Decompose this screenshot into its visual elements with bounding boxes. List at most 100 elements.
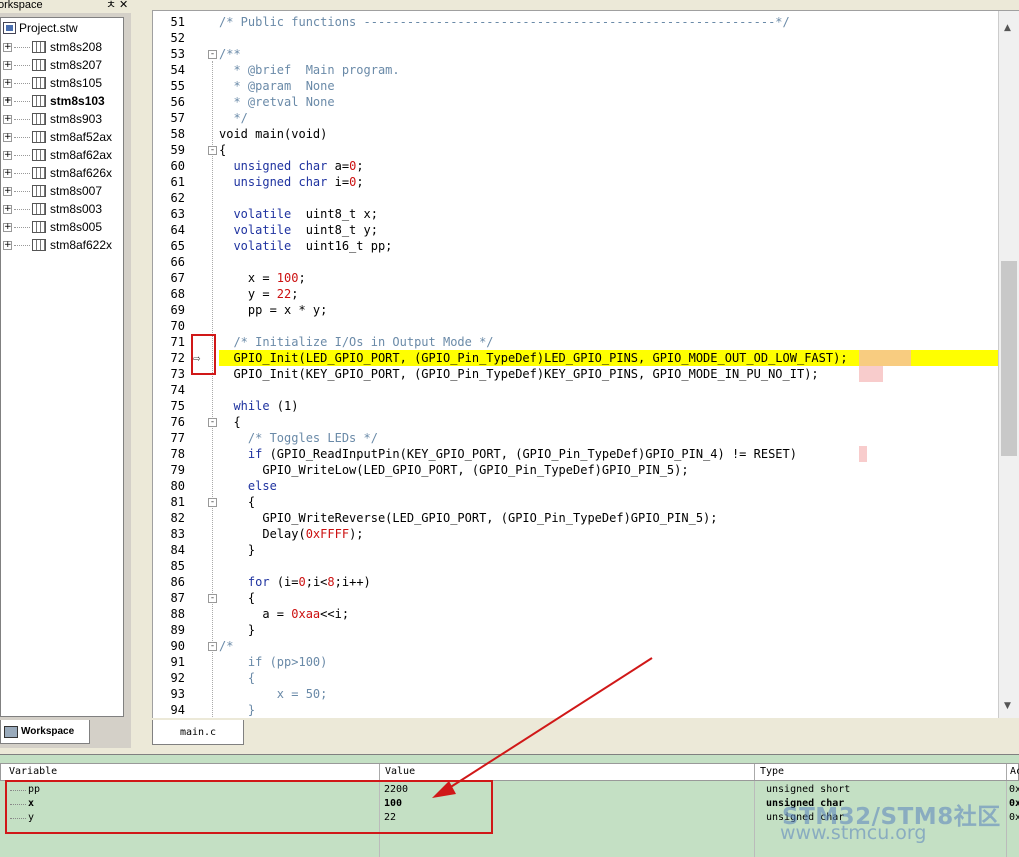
code-line[interactable]: 77 /* Toggles LEDs */ [153,430,998,446]
tree-item[interactable]: + stm8s007 [3,182,102,200]
close-icon[interactable]: ✕ [119,0,128,12]
fold-toggle-icon[interactable]: - [208,594,217,603]
code-text: volatile uint8_t y; [233,223,378,237]
code-line[interactable]: 92 { [153,670,998,686]
tree-item[interactable]: + stm8s208 [3,38,102,56]
code-line[interactable]: 65 volatile uint16_t pp; [153,238,998,254]
tab-main-c[interactable]: main.c [152,720,244,745]
expand-icon[interactable]: + [3,186,12,196]
expand-icon[interactable]: + [3,114,12,124]
expand-icon[interactable]: + [3,222,12,232]
scroll-up-icon[interactable]: ▲ [1004,23,1011,33]
line-number: 87 [170,591,185,605]
code-editor[interactable]: 51 /* Public functions ------------------… [152,10,1019,718]
tree-item-label: stm8af52ax [50,130,113,144]
tree-item[interactable]: + stm8s903 [3,110,102,128]
code-line[interactable]: 69 pp = x * y; [153,302,998,318]
tree-item[interactable]: + stm8af626x [3,164,112,182]
tree-connector [14,244,30,246]
code-line[interactable]: 60 unsigned char a=0; [153,158,998,174]
editor-vertical-scrollbar[interactable]: ▲ ▼ [998,11,1019,718]
code-text: void main(void) [219,127,328,141]
code-line[interactable]: 63 volatile uint8_t x; [153,206,998,222]
code-line[interactable]: 83 Delay(0xFFFF); [153,526,998,542]
code-line[interactable]: 93 x = 50; [153,686,998,702]
code-line[interactable]: 53 -/** [153,46,998,62]
code-line[interactable]: 80 else [153,478,998,494]
code-line[interactable]: 89 } [153,622,998,638]
code-line[interactable]: 66 [153,254,998,270]
code-line[interactable]: 52 [153,30,998,46]
scroll-thumb[interactable] [1001,261,1017,456]
code-line[interactable]: 81 - { [153,494,998,510]
code-line[interactable]: 90 -/* [153,638,998,654]
fold-toggle-icon[interactable]: - [208,146,217,155]
tree-item[interactable]: + stm8s003 [3,200,102,218]
line-number: 52 [170,31,185,45]
code-line[interactable]: 51 /* Public functions ------------------… [153,14,998,30]
code-text: } [219,703,256,717]
line-number: 91 [170,655,185,669]
col-address[interactable]: Ac [1007,764,1019,780]
code-line[interactable]: 78 if (GPIO_ReadInputPin(KEY_GPIO_PORT, … [153,446,998,462]
fold-toggle-icon[interactable]: - [208,642,217,651]
expand-icon[interactable]: + [3,240,12,250]
code-text: GPIO_WriteLow(LED_GPIO_PORT, (GPIO_Pin_T… [219,463,689,477]
expand-icon[interactable]: + [3,168,12,178]
code-line[interactable]: 88 a = 0xaa<<i; [153,606,998,622]
code-line[interactable]: 74 [153,382,998,398]
code-line[interactable]: 70 [153,318,998,334]
code-line[interactable]: 64 volatile uint8_t y; [153,222,998,238]
code-line[interactable]: 59 -{ [153,142,998,158]
expand-icon[interactable]: + [3,78,12,88]
fold-toggle-icon[interactable]: - [208,418,217,427]
scroll-down-icon[interactable]: ▼ [1004,701,1011,711]
tree-root[interactable]: Project.stw [3,20,78,36]
code-line[interactable]: 86 for (i=0;i<8;i++) [153,574,998,590]
expand-icon[interactable]: + [3,60,12,70]
col-value[interactable]: Value [380,764,755,780]
expand-icon[interactable]: + [3,132,12,142]
code-line[interactable]: 58 void main(void) [153,126,998,142]
tree-item[interactable]: + stm8s103 [3,92,105,110]
pin-icon[interactable]: ㅊ [106,0,116,12]
expand-icon[interactable]: + [3,42,12,52]
code-line[interactable]: 84 } [153,542,998,558]
code-text: /** [219,47,241,61]
expand-icon[interactable]: + [3,204,12,214]
code-line[interactable]: 94 } [153,702,998,718]
code-line[interactable]: 76 - { [153,414,998,430]
code-line[interactable]: 62 [153,190,998,206]
code-line[interactable]: 54 * @brief Main program. [153,62,998,78]
code-line[interactable]: 79 GPIO_WriteLow(LED_GPIO_PORT, (GPIO_Pi… [153,462,998,478]
tree-item[interactable]: + stm8af622x [3,236,112,254]
code-line[interactable]: 55 * @param None [153,78,998,94]
tree-item[interactable]: + stm8s105 [3,74,102,92]
workspace-titlebar: orkspace ㅊ ✕ [0,0,131,13]
col-type[interactable]: Type [755,764,1007,780]
code-line[interactable]: 67 x = 100; [153,270,998,286]
expand-icon[interactable]: + [3,150,12,160]
code-line[interactable]: 82 GPIO_WriteReverse(LED_GPIO_PORT, (GPI… [153,510,998,526]
tree-item[interactable]: + stm8s207 [3,56,102,74]
code-line[interactable]: 61 unsigned char i=0; [153,174,998,190]
config-icon [32,59,46,71]
code-line[interactable]: 87 - { [153,590,998,606]
fold-toggle-icon[interactable]: - [208,498,217,507]
col-variable[interactable]: Variable [1,764,380,780]
tree-item[interactable]: + stm8s005 [3,218,102,236]
expand-icon[interactable]: + [3,96,12,106]
tree-item[interactable]: + stm8af52ax [3,128,112,146]
code-line[interactable]: 56 * @retval None [153,94,998,110]
fold-toggle-icon[interactable]: - [208,50,217,59]
code-line[interactable]: 85 [153,558,998,574]
code-line[interactable]: 71 /* Initialize I/Os in Output Mode */ [153,334,998,350]
tree-item[interactable]: + stm8af62ax [3,146,112,164]
workspace-tab[interactable]: Workspace [0,720,90,744]
code-line[interactable]: 68 y = 22; [153,286,998,302]
code-line[interactable]: 75 while (1) [153,398,998,414]
code-text: GPIO_WriteReverse(LED_GPIO_PORT, (GPIO_P… [219,511,718,525]
code-line[interactable]: 57 */ [153,110,998,126]
code-line[interactable]: 91 if (pp>100) [153,654,998,670]
code-text: { [219,591,256,605]
